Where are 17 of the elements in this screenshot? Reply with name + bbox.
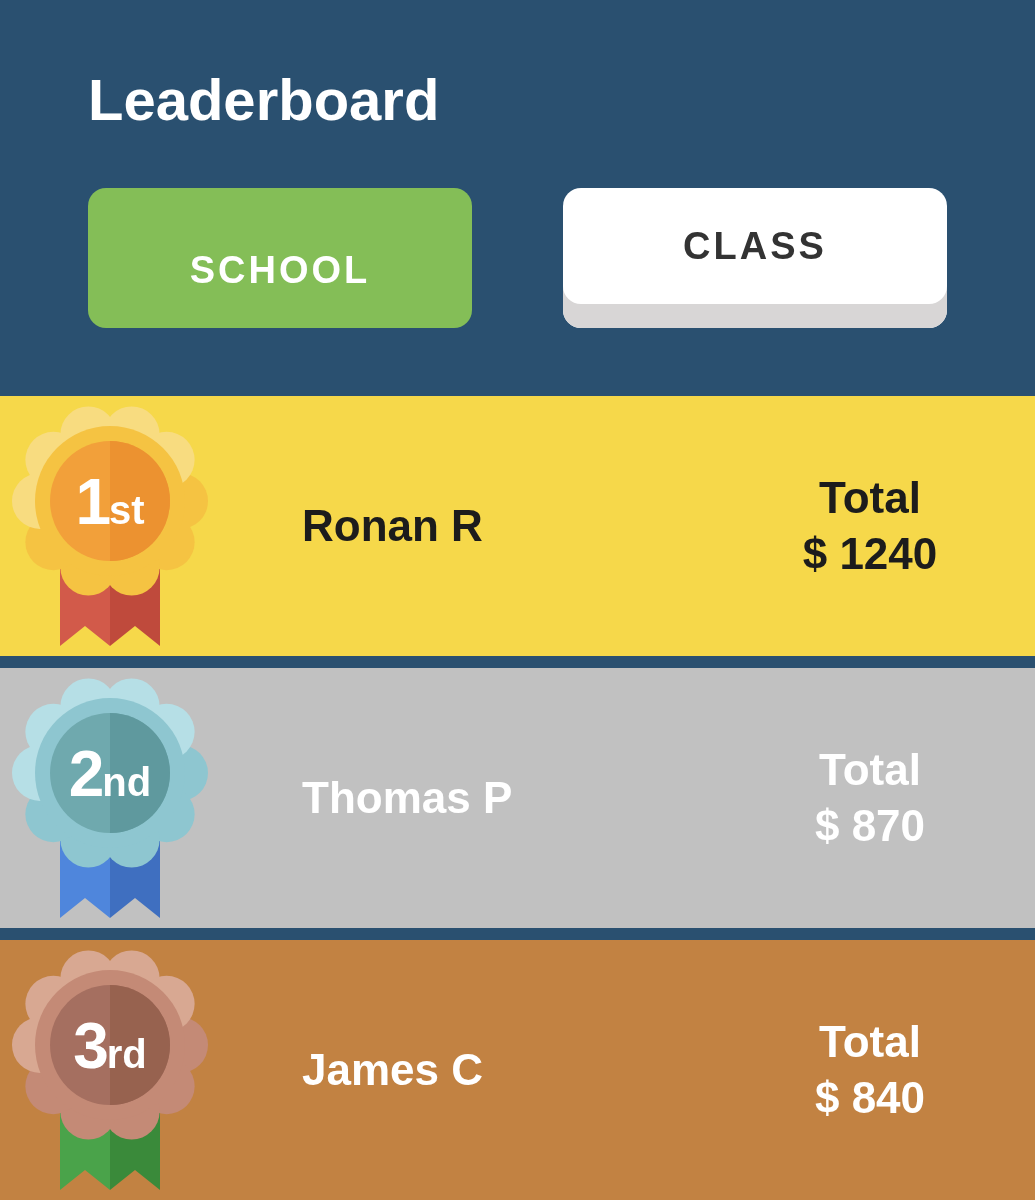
page-title: Leaderboard — [88, 66, 441, 134]
player-name: Thomas P — [302, 773, 514, 823]
total-label: Total — [819, 744, 921, 796]
total-amount: $ 870 — [814, 800, 926, 852]
medal-rank: 1st — [74, 472, 146, 540]
medal-rank: 3rd — [72, 1016, 148, 1084]
medal-icon — [10, 678, 210, 918]
total-amount: $ 1240 — [802, 528, 938, 580]
player-name: Ronan R — [302, 501, 484, 551]
total-label: Total — [819, 472, 921, 524]
medal-icon — [10, 950, 210, 1190]
total-label: Total — [819, 1016, 921, 1068]
medal-rank: 2nd — [67, 744, 153, 812]
total-amount: $ 840 — [814, 1072, 926, 1124]
tab[interactable]: CLASS — [563, 188, 947, 328]
player-name: James C — [302, 1045, 484, 1095]
medal-icon — [10, 406, 210, 646]
